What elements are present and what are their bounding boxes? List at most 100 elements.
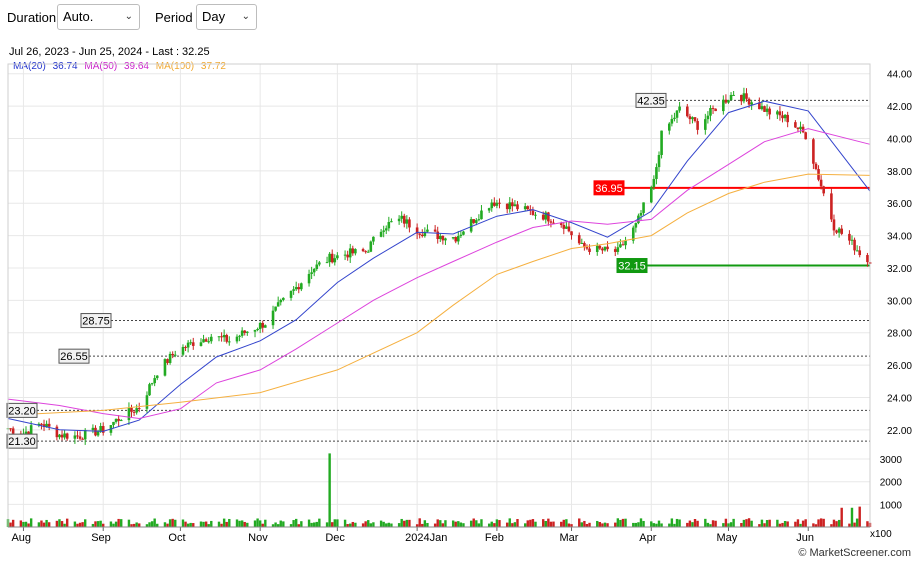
candle-body [127, 407, 131, 421]
candle-body [274, 306, 277, 311]
volume-bar [199, 521, 203, 527]
volume-bar [714, 520, 717, 527]
volume-bar [405, 519, 409, 527]
volume-bar [639, 518, 643, 527]
candle-body [65, 433, 69, 439]
candle-body [171, 353, 174, 356]
candle-body [271, 310, 275, 326]
candle-body [47, 423, 51, 427]
volume-bar [58, 519, 61, 527]
volume-bar [408, 519, 411, 527]
candle-body [580, 242, 584, 244]
candle-body [675, 110, 679, 118]
candle-body [346, 254, 349, 258]
volume-bar [606, 523, 609, 527]
volume-bar [9, 522, 12, 527]
candle-body [91, 427, 95, 431]
volume-bar [621, 518, 625, 527]
candle-body [732, 94, 735, 96]
volume-bar [294, 518, 298, 527]
volume-bar [343, 519, 347, 527]
candle-body [186, 342, 190, 348]
volume-bar [853, 522, 856, 527]
candle-body [745, 93, 748, 99]
volume-bar [598, 522, 602, 527]
volume-bar [650, 521, 653, 527]
volume-bar [688, 520, 692, 527]
candle-body [562, 224, 566, 229]
volume-bar [390, 523, 393, 527]
candle-body [163, 359, 167, 376]
y-tick-label: 34.00 [887, 232, 912, 243]
candle-body [315, 264, 319, 269]
candle-body [472, 219, 476, 223]
candle-body [534, 214, 537, 216]
volume-bar [240, 520, 244, 527]
candle-body [585, 247, 589, 249]
candle-body [505, 203, 509, 210]
volume-bar [693, 518, 697, 527]
volume-bar [361, 523, 365, 527]
watermark: © MarketScreener.com [798, 547, 911, 559]
y-tick-label: 36.00 [887, 199, 912, 210]
volume-bars [6, 453, 872, 527]
volume-bar [192, 523, 195, 527]
x-tick-label: Mar [560, 532, 579, 544]
volume-bar [469, 520, 473, 527]
candle-body [835, 230, 838, 233]
volume-bar [307, 519, 311, 527]
volume-bar [55, 520, 59, 527]
levels [37, 99, 870, 442]
candle-body [799, 126, 802, 130]
candle-body [246, 331, 249, 333]
candle-body [81, 438, 84, 440]
volume-bar [148, 522, 151, 527]
volume-bar [580, 522, 584, 527]
volume-bar [114, 521, 118, 527]
candle-body [181, 346, 185, 355]
volume-bar [166, 523, 169, 527]
volume-bar [652, 523, 656, 527]
volume-bar [186, 523, 190, 527]
candle-body [330, 253, 334, 263]
candle-body [778, 111, 782, 116]
volume-bar [163, 522, 167, 527]
x-tick-label: Apr [639, 532, 656, 544]
volume-bar [451, 520, 455, 527]
x-tick-label: Aug [11, 532, 31, 544]
level-label: 36.95 [595, 183, 623, 195]
volume-bar [642, 520, 645, 527]
volume-bar [171, 518, 174, 527]
candle-body [117, 418, 120, 421]
candle-body [76, 435, 79, 437]
volume-bar [174, 519, 177, 527]
volume-bar [490, 521, 493, 527]
candle-body [24, 431, 28, 434]
candle-body [840, 228, 843, 234]
volume-bar [794, 521, 797, 527]
candle-body [310, 272, 313, 274]
volume-bar [742, 519, 746, 527]
volume-bar [367, 520, 370, 527]
candle-body [855, 250, 859, 252]
candle-body [436, 231, 440, 240]
candle-body [595, 245, 599, 252]
x-tick-label: Jun [796, 532, 814, 544]
candle-body [480, 210, 483, 220]
volume-bar [768, 519, 771, 527]
volume-bar [578, 518, 581, 527]
volume-bar [531, 519, 535, 527]
volume-bar [40, 520, 43, 527]
volume-bar [42, 522, 46, 527]
candle-body [336, 255, 339, 259]
candle-body [634, 223, 638, 228]
plot-frame [7, 63, 871, 528]
candle-body [606, 246, 609, 250]
candle-body [706, 115, 710, 120]
volume-bar [204, 521, 208, 527]
candle-body [704, 119, 707, 130]
volume-bar [109, 521, 113, 527]
volume-bar [534, 521, 537, 527]
candle-body [333, 258, 337, 263]
volume-bar [372, 522, 375, 527]
